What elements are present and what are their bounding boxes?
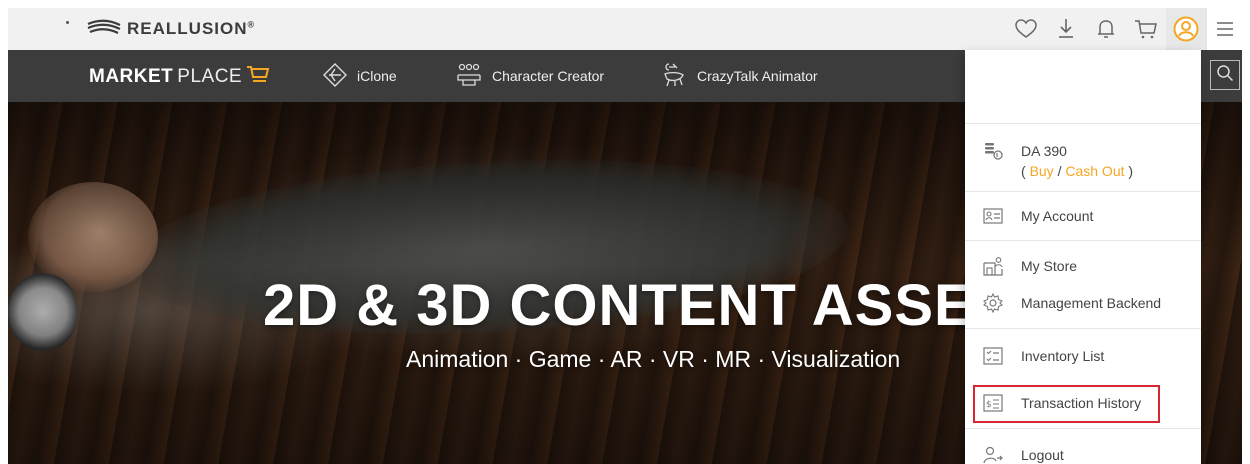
user-dropdown-menu: DA 390 ( Buy / Cash Out ) My Account My …	[965, 50, 1201, 464]
heart-icon[interactable]	[1006, 8, 1046, 50]
da-actions: ( Buy / Cash Out )	[1021, 163, 1134, 179]
reallusion-logo-icon	[87, 19, 121, 40]
page-frame: REALLUSION® MARKET PLACE iClone Characte…	[8, 8, 1242, 464]
top-bar: REALLUSION®	[8, 8, 1242, 50]
dropdown-item-transaction-history[interactable]: $ Transaction History	[965, 377, 1201, 429]
dropdown-item-inventory-list[interactable]: Inventory List	[965, 329, 1201, 377]
marketplace-logo[interactable]: MARKET PLACE	[89, 64, 270, 90]
dropdown-item-management-backend[interactable]: Management Backend	[965, 285, 1201, 329]
dropdown-da-balance: DA 390 ( Buy / Cash Out )	[965, 124, 1201, 192]
download-icon[interactable]	[1046, 8, 1086, 50]
search-icon	[1216, 64, 1234, 87]
hero-subtitle: Animation · Game · AR · VR · MR · Visual…	[406, 346, 901, 372]
cart-icon[interactable]	[1126, 8, 1166, 50]
dropdown-item-my-store[interactable]: My Store	[965, 241, 1201, 285]
da-balance-value: DA 390	[1021, 143, 1067, 159]
nav-item-character-creator[interactable]: Character Creator	[456, 50, 604, 102]
bell-icon[interactable]	[1086, 8, 1126, 50]
crazytalk-animator-icon	[661, 62, 687, 91]
reallusion-logo[interactable]: REALLUSION®	[87, 16, 255, 42]
gear-icon	[983, 292, 1003, 313]
logout-icon	[983, 445, 1003, 464]
buy-link[interactable]: Buy	[1030, 163, 1054, 179]
dropdown-header	[965, 50, 1201, 124]
top-icons	[1006, 8, 1242, 50]
user-icon[interactable]	[1166, 8, 1206, 50]
da-balance-text: DA 390 ( Buy / Cash Out )	[1021, 141, 1133, 181]
nav-item-iclone[interactable]: iClone	[323, 50, 397, 102]
cash-out-link[interactable]: Cash Out	[1065, 163, 1124, 179]
reallusion-logo-text: REALLUSION®	[127, 19, 256, 38]
hero-title: 2D & 3D CONTENT ASSE	[263, 273, 974, 338]
nav-item-crazytalk-animator[interactable]: CrazyTalk Animator	[661, 50, 818, 102]
marketplace-cart-icon	[246, 64, 270, 90]
dropdown-item-my-account[interactable]: My Account	[965, 192, 1201, 241]
dropdown-item-logout[interactable]: Logout	[965, 429, 1201, 464]
character-creator-icon	[456, 63, 482, 90]
coins-icon	[983, 141, 1003, 161]
transaction-history-highlight	[973, 385, 1160, 423]
checklist-icon	[983, 346, 1003, 366]
hamburger-menu-icon[interactable]	[1206, 8, 1242, 50]
search-button[interactable]	[1210, 60, 1240, 90]
iclone-icon	[323, 62, 347, 90]
decorative-dot	[66, 21, 69, 24]
store-icon	[983, 256, 1003, 276]
id-card-icon	[983, 206, 1003, 226]
